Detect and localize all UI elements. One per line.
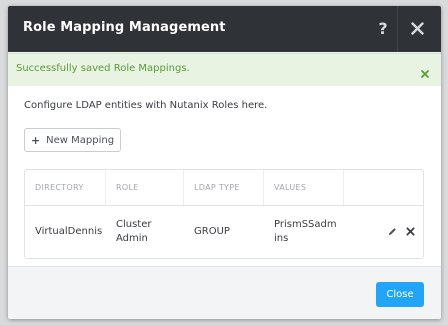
column-header-actions — [344, 170, 423, 205]
new-mapping-label: New Mapping — [46, 134, 115, 146]
cell-ldap-type: GROUP — [194, 225, 230, 237]
cell-values: PrismSSadmins — [274, 218, 337, 244]
delete-button[interactable] — [405, 227, 415, 237]
role-mapping-dialog: Role Mapping Management ? Successfully s… — [8, 6, 441, 319]
help-button[interactable]: ? — [372, 17, 394, 39]
dialog-footer: Close — [8, 266, 441, 319]
column-header-directory: DIRECTORY — [25, 170, 106, 205]
header-divider — [397, 6, 398, 52]
dialog-header: Role Mapping Management ? — [8, 6, 441, 52]
success-alert: Successfully saved Role Mappings. — [8, 53, 441, 87]
delete-icon — [405, 227, 415, 236]
cell-role: Cluster Admin — [116, 218, 152, 244]
column-header-role: ROLE — [106, 170, 184, 205]
column-header-ldap-type: LDAP TYPE — [184, 170, 264, 205]
alert-message: Successfully saved Role Mappings. — [16, 63, 190, 74]
column-header-values: VALUES — [264, 170, 344, 205]
role-mapping-table: DIRECTORY ROLE LDAP TYPE VALUES VirtualD… — [24, 169, 424, 259]
dialog-close-button[interactable] — [406, 17, 428, 39]
plus-icon: + — [30, 133, 41, 147]
cell-directory: VirtualDennis — [35, 225, 103, 237]
alert-dismiss-button[interactable] — [421, 63, 433, 78]
intro-text: Configure LDAP entities with Nutanix Rol… — [24, 100, 268, 111]
dialog-body: Configure LDAP entities with Nutanix Rol… — [8, 86, 441, 266]
pencil-icon — [388, 228, 396, 236]
close-icon — [410, 21, 424, 35]
edit-button[interactable] — [387, 227, 397, 237]
table-header: DIRECTORY ROLE LDAP TYPE VALUES — [25, 170, 423, 206]
row-actions — [387, 205, 415, 258]
close-button[interactable]: Close — [376, 282, 424, 307]
new-mapping-button[interactable]: + New Mapping — [24, 128, 121, 152]
dialog-title: Role Mapping Management — [23, 20, 226, 35]
close-icon — [421, 70, 429, 78]
